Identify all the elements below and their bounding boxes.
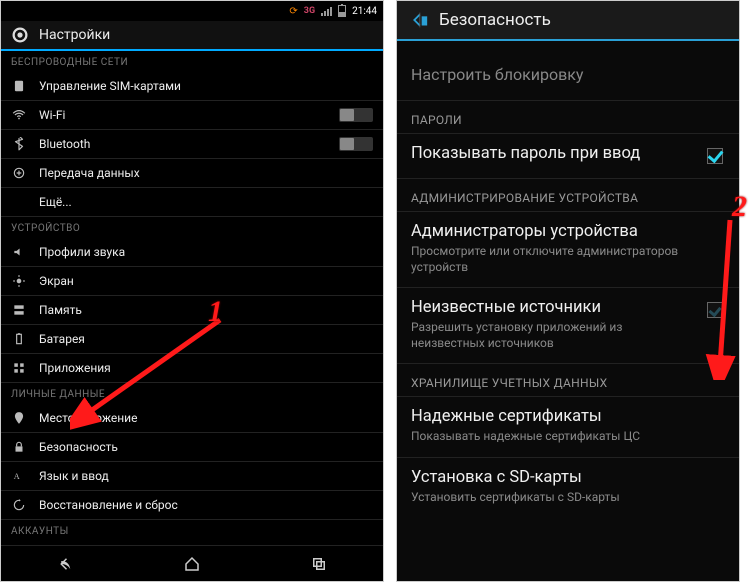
item-install-sd[interactable]: Установка с SD-карты Установить сертифик… [397,458,739,518]
section-accounts: АККАУНТЫ [1,520,383,541]
item-label: Местоположение [39,411,373,425]
security-list[interactable]: Настроить блокировку ПАРОЛИ Показывать п… [397,41,739,581]
row-title: Надежные сертификаты [411,407,725,426]
back-button[interactable] [35,552,95,576]
title-bar: Настройки [1,21,383,51]
row-subtitle: Просмотрите или отключите администраторо… [411,244,725,275]
storage-icon [11,302,27,318]
section-credentials: ХРАНИЛИЩЕ УЧЕТНЫХ ДАННЫХ [397,364,739,397]
page-title: Настройки [39,27,110,43]
item-label: Ещё... [39,195,373,209]
item-label: Bluetooth [39,137,339,151]
signal-icon [321,7,332,16]
lock-icon [11,439,27,455]
item-label: Батарея [39,332,373,346]
item-device-admins[interactable]: Администраторы устройства Просмотрите ил… [397,212,739,288]
back-icon[interactable] [407,9,429,31]
row-title: Администраторы устройства [411,222,725,241]
section-personal: ЛИЧНЫЕ ДАННЫЕ [1,383,383,404]
sim-icon [11,78,27,94]
home-button[interactable] [162,552,222,576]
section-passwords: ПАРОЛИ [397,101,739,134]
item-label: Экран [39,274,373,288]
settings-list[interactable]: БЕСПРОВОДНЫЕ СЕТИ Управление SIM-картами… [1,51,383,545]
item-reset[interactable]: Восстановление и сброс [1,491,383,520]
row-subtitle: Разрешить установку приложений из неизве… [411,320,725,351]
unknown-sources-checkbox[interactable] [707,302,725,320]
item-label: Приложения [39,361,373,375]
item-language[interactable]: A Язык и ввод [1,462,383,491]
recents-button[interactable] [289,552,349,576]
reset-icon [11,497,27,513]
item-wifi[interactable]: Wi-Fi [1,101,383,130]
item-lock-setup[interactable]: Настроить блокировку [397,51,739,101]
row-title: Показывать пароль при ввод [411,144,725,163]
item-show-password[interactable]: Показывать пароль при ввод [397,134,739,179]
nav-bar [1,545,383,581]
sync-icon: ⟳ [289,6,297,17]
item-more[interactable]: Ещё... [1,188,383,217]
display-icon [11,273,27,289]
bluetooth-icon [11,136,27,152]
item-label: Передача данных [39,166,373,180]
sound-icon [11,244,27,260]
battery-icon [338,5,346,17]
item-display[interactable]: Экран [1,267,383,296]
item-unknown-sources[interactable]: Неизвестные источники Разрешить установк… [397,288,739,364]
language-icon: A [11,468,27,484]
show-password-checkbox[interactable] [707,148,725,166]
clock: 21:44 [352,6,377,17]
wifi-toggle[interactable] [339,108,373,122]
item-google[interactable]: g Google [1,541,383,545]
item-label: Управление SIM-картами [39,79,373,93]
item-label: Язык и ввод [39,469,373,483]
bt-toggle[interactable] [339,137,373,151]
item-label: Wi-Fi [39,108,339,122]
network-3g-icon: 3G [304,6,315,16]
section-admin: АДМИНИСТРИРОВАНИЕ УСТРОЙСТВА [397,179,739,212]
gear-icon [11,26,29,44]
page-title: Безопасность [439,10,551,30]
row-title: Неизвестные источники [411,298,725,317]
blank-icon [11,194,27,210]
item-label: Память [39,303,373,317]
item-label: Безопасность [39,440,373,454]
svg-text:A: A [14,472,20,481]
settings-screen: ⟳ 3G 21:44 Настройки БЕСПРОВОДНЫЕ СЕТИ У… [0,0,384,582]
item-battery[interactable]: Батарея [1,325,383,354]
row-subtitle: Показывать надежные сертификаты ЦС [411,429,725,445]
item-data[interactable]: Передача данных [1,159,383,188]
battery-list-icon [11,331,27,347]
item-location[interactable]: Местоположение [1,404,383,433]
item-sim[interactable]: Управление SIM-картами [1,72,383,101]
item-storage[interactable]: Память [1,296,383,325]
item-label: Восстановление и сброс [39,498,373,512]
data-icon [11,165,27,181]
row-subtitle: Установить сертификаты с SD-карты [411,490,725,506]
status-bar: ⟳ 3G 21:44 [1,1,383,21]
item-apps[interactable]: Приложения [1,354,383,383]
location-icon [11,410,27,426]
item-label: Профили звука [39,245,373,259]
security-screen: Безопасность Настроить блокировку ПАРОЛИ… [396,0,740,582]
wifi-icon [11,107,27,123]
apps-icon [11,360,27,376]
row-title: Установка с SD-карты [411,468,725,487]
section-wireless: БЕСПРОВОДНЫЕ СЕТИ [1,51,383,72]
item-trusted-certs[interactable]: Надежные сертификаты Показывать надежные… [397,397,739,458]
item-security[interactable]: Безопасность [1,433,383,462]
item-sound[interactable]: Профили звука [1,238,383,267]
section-device: УСТРОЙСТВО [1,217,383,238]
item-bluetooth[interactable]: Bluetooth [1,130,383,159]
title-bar: Безопасность [397,1,739,41]
